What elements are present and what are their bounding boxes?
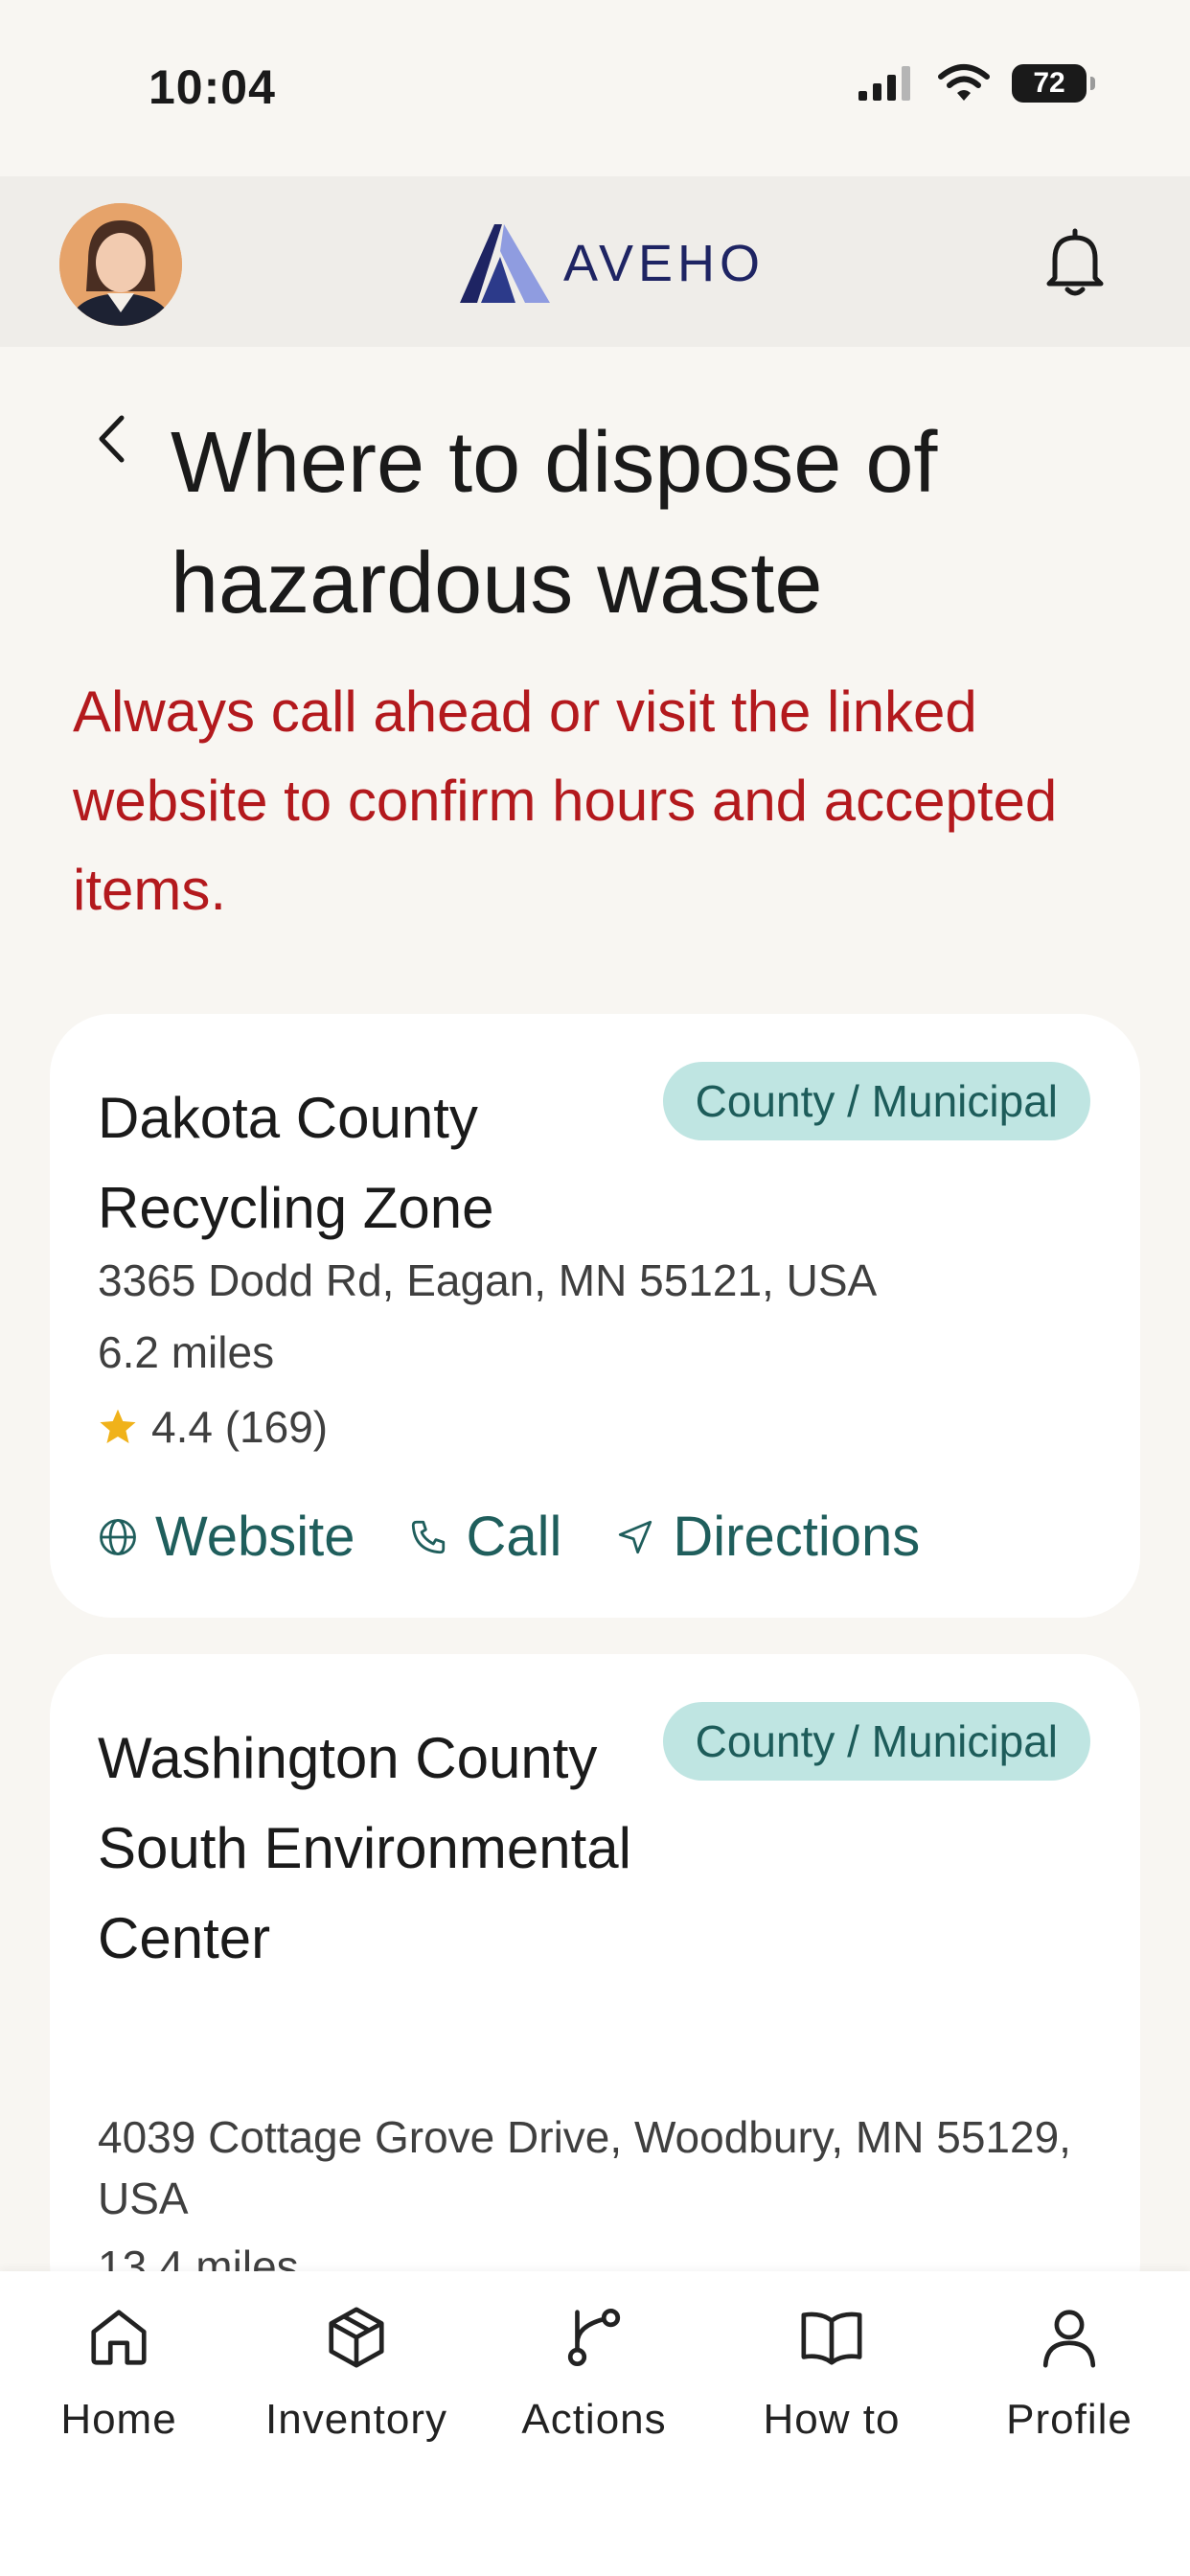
nav-label: Actions [521, 2396, 667, 2443]
location-name: Dakota County Recycling Zone [98, 1086, 494, 1240]
page-title: Where to dispose of hazardous waste [171, 415, 938, 632]
directions-label: Directions [673, 1506, 921, 1568]
location-card[interactable]: County / Municipal Dakota County Recycli… [50, 1014, 1140, 1618]
navigation-arrow-icon [619, 1520, 652, 1553]
location-card[interactable]: County / Municipal Washington County Sou… [50, 1654, 1140, 2325]
location-distance: 6.2 miles [98, 1327, 275, 1377]
status-bar: 10:04 72 [0, 0, 1190, 176]
brand-name: AVEHO [563, 235, 766, 292]
box-icon [319, 2300, 394, 2375]
branch-icon [557, 2300, 631, 2375]
location-name: Washington County South Environmental Ce… [98, 1726, 631, 1970]
person-icon [1032, 2300, 1107, 2375]
rating-value: 4.4 (169) [151, 1402, 329, 1452]
book-icon [794, 2300, 869, 2375]
battery-level: 72 [1033, 67, 1065, 99]
notification-bell-icon[interactable] [1037, 224, 1113, 301]
status-icons: 72 [857, 63, 1095, 104]
app-header: AVEHO [0, 176, 1190, 347]
location-address: 4039 Cottage Grove Drive, Woodbury, MN 5… [98, 2112, 1071, 2223]
phone-icon [412, 1520, 446, 1553]
website-link[interactable]: Website [98, 1505, 355, 1569]
signal-icon [858, 66, 910, 101]
call-label: Call [466, 1506, 562, 1568]
wifi-icon [938, 64, 990, 101]
status-time: 10:04 [149, 60, 276, 114]
category-badge: County / Municipal [662, 1702, 1090, 1781]
call-link[interactable]: Call [408, 1505, 561, 1569]
location-address: 3365 Dodd Rd, Eagan, MN 55121, USA [98, 1255, 878, 1305]
aveho-logo-mark [460, 224, 550, 303]
nav-label: How to [763, 2396, 901, 2443]
location-rating: 4.4 (169) [98, 1401, 328, 1453]
battery-icon: 72 [1012, 64, 1095, 103]
aveho-logo: AVEHO [458, 222, 765, 305]
nav-inventory[interactable]: Inventory [238, 2300, 475, 2444]
warning-text: Always call ahead or visit the linked we… [73, 679, 1058, 922]
nav-how-to[interactable]: How to [713, 2300, 950, 2444]
nav-actions[interactable]: Actions [475, 2300, 713, 2444]
chevron-left-icon [99, 415, 125, 463]
globe-icon [100, 1518, 136, 1555]
category-badge: County / Municipal [662, 1062, 1090, 1140]
nav-label: Profile [1006, 2396, 1133, 2443]
website-label: Website [155, 1506, 355, 1568]
back-button[interactable] [84, 410, 138, 468]
nav-profile[interactable]: Profile [950, 2300, 1188, 2444]
nav-home[interactable]: Home [0, 2300, 238, 2444]
location-actions: Website Call Directions [98, 1505, 920, 1569]
avatar[interactable] [59, 203, 182, 326]
home-icon [81, 2300, 156, 2375]
directions-link[interactable]: Directions [615, 1505, 920, 1569]
bottom-navigation: Home Inventory Actions How to Profile [0, 2271, 1190, 2576]
star-icon [100, 1409, 136, 1443]
nav-label: Home [60, 2396, 177, 2443]
nav-label: Inventory [265, 2396, 447, 2443]
